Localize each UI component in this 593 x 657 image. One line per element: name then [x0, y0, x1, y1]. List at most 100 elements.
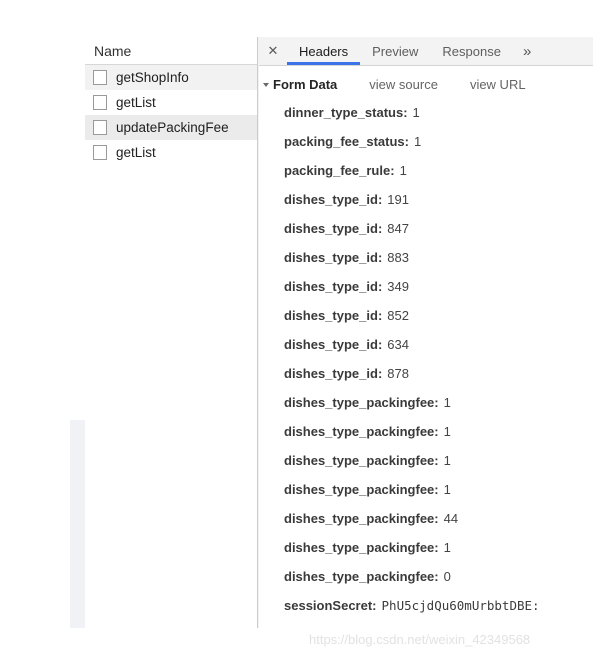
form-data-value: 634 — [387, 337, 409, 352]
tab-overflow-chevron-icon[interactable]: » — [513, 37, 541, 65]
form-data-colon: : — [434, 453, 439, 468]
tab-label: Headers — [299, 43, 349, 59]
form-data-key: dishes_type_id — [284, 250, 378, 265]
form-data-key: dishes_type_id — [284, 366, 378, 381]
tab-overflow-glyph: » — [522, 42, 532, 60]
form-data-value: 1 — [443, 395, 451, 410]
form-data-section-header[interactable]: Form Data view source view URL — [259, 71, 593, 98]
form-data-colon: : — [377, 279, 383, 294]
request-list-item[interactable]: getList — [85, 90, 257, 115]
form-data-row[interactable]: dishes_type_packingfee:1 — [259, 446, 593, 475]
form-data-colon: : — [377, 221, 383, 236]
document-icon — [93, 120, 107, 135]
form-data-row[interactable]: dishes_type_packingfee:1 — [259, 475, 593, 504]
form-data-value: 852 — [387, 308, 409, 323]
form-data-row[interactable]: dishes_type_id:191 — [259, 185, 593, 214]
request-list-item-label: getList — [116, 95, 156, 110]
form-data-row[interactable]: dishes_type_id:878 — [259, 359, 593, 388]
form-data-colon: : — [434, 482, 439, 497]
form-data-row[interactable]: dishes_type_id:847 — [259, 214, 593, 243]
form-data-key: sessionSecret — [284, 598, 373, 613]
document-icon — [93, 145, 107, 160]
watermark-text: https://blog.csdn.net/weixin_42349568 — [309, 632, 531, 647]
form-data-value: 0 — [443, 569, 451, 584]
column-header-name-label: Name — [94, 43, 132, 59]
form-data-value: 847 — [387, 221, 409, 236]
form-data-row[interactable]: dinner_type_status:1 — [259, 98, 593, 127]
form-data-row[interactable]: packing_fee_rule:1 — [259, 156, 593, 185]
form-data-colon: : — [372, 598, 377, 613]
request-list-item[interactable]: updatePackingFee — [85, 115, 257, 140]
form-data-key: dishes_type_id — [284, 192, 378, 207]
form-data-key: dishes_type_id — [284, 221, 378, 236]
form-data-row[interactable]: dishes_type_packingfee:44 — [259, 504, 593, 533]
form-data-key: dishes_type_id — [284, 308, 378, 323]
request-list-item[interactable]: getShopInfo — [85, 65, 257, 90]
chevron-down-icon[interactable] — [263, 82, 269, 87]
request-list-panel: Name getShopInfo getList updatePackingFee g… — [85, 37, 258, 628]
form-data-row[interactable]: dishes_type_id:883 — [259, 243, 593, 272]
form-data-row[interactable]: dishes_type_id:634 — [259, 330, 593, 359]
form-data-value: 44 — [443, 511, 459, 526]
form-data-value: 1 — [443, 482, 451, 497]
form-data-section-title: Form Data — [273, 77, 338, 92]
request-list-item-label: updatePackingFee — [116, 120, 229, 135]
form-data-colon: : — [434, 395, 439, 410]
form-data-colon: : — [434, 540, 439, 555]
form-data-value: 191 — [387, 192, 409, 207]
request-list-item-label: getList — [116, 145, 156, 160]
form-data-key: dishes_type_packingfee — [284, 424, 435, 439]
view-url-link[interactable]: view URL — [470, 77, 526, 92]
form-data-colon: : — [377, 366, 383, 381]
form-data-row[interactable]: dishes_type_packingfee:1 — [259, 388, 593, 417]
form-data-value-continuation: 4GeSagw6MK6Wrw1E8xSXyXs3asyInW8nq — [259, 620, 593, 629]
close-glyph: ✕ — [267, 43, 279, 58]
request-list-item[interactable]: getList — [85, 140, 257, 165]
document-icon — [93, 95, 107, 110]
form-data-key: dishes_type_packingfee — [284, 511, 435, 526]
document-icon — [93, 70, 107, 85]
request-list-column-header[interactable]: Name — [85, 37, 257, 65]
form-data-value: 1 — [412, 105, 420, 120]
form-data-colon: : — [434, 511, 439, 526]
tab-response[interactable]: Response — [430, 37, 513, 65]
close-icon[interactable]: ✕ — [259, 37, 287, 65]
form-data-row-session-secret[interactable]: sessionSecret: PhU5cjdQu60mUrbbtDBE: — [259, 591, 593, 620]
form-data-value: 1 — [414, 134, 422, 149]
form-data-row[interactable]: dishes_type_id:349 — [259, 272, 593, 301]
headers-content: Form Data view source view URL dinner_ty… — [259, 66, 593, 628]
form-data-colon: : — [377, 337, 383, 352]
form-data-key: dinner_type_status — [284, 105, 404, 120]
form-data-key: dishes_type_packingfee — [284, 395, 435, 410]
request-detail-panel: ✕ Headers Preview Response » Form Data vie… — [259, 37, 593, 628]
form-data-colon: : — [390, 163, 395, 178]
tab-preview[interactable]: Preview — [360, 37, 430, 65]
form-data-row[interactable]: dishes_type_packingfee:1 — [259, 533, 593, 562]
form-data-colon: : — [404, 134, 410, 149]
form-data-key: dishes_type_packingfee — [284, 482, 435, 497]
tab-headers[interactable]: Headers — [287, 37, 361, 65]
form-data-key: packing_fee_status — [284, 134, 405, 149]
form-data-row[interactable]: dishes_type_packingfee:1 — [259, 417, 593, 446]
form-data-value: 349 — [387, 279, 409, 294]
devtools-network-panel: Name getShopInfo getList updatePackingFee g… — [85, 37, 593, 628]
request-list-item-label: getShopInfo — [116, 70, 189, 85]
form-data-colon: : — [377, 192, 383, 207]
form-data-key: dishes_type_id — [284, 279, 378, 294]
form-data-value: 1 — [443, 424, 451, 439]
form-data-row[interactable]: packing_fee_status:1 — [259, 127, 593, 156]
form-data-value: 883 — [387, 250, 409, 265]
form-data-rows: dinner_type_status:1 packing_fee_status:1… — [259, 98, 593, 591]
form-data-value: 1 — [443, 540, 451, 555]
form-data-value: 1 — [399, 163, 407, 178]
form-data-key: packing_fee_rule — [284, 163, 391, 178]
view-source-link[interactable]: view source — [369, 77, 438, 92]
form-data-row[interactable]: dishes_type_packingfee:0 — [259, 562, 593, 591]
form-data-value: PhU5cjdQu60mUrbbtDBE: — [381, 598, 540, 613]
form-data-key: dishes_type_packingfee — [284, 540, 435, 555]
tab-label: Response — [442, 43, 501, 59]
form-data-row[interactable]: dishes_type_id:852 — [259, 301, 593, 330]
request-list-rows: getShopInfo getList updatePackingFee getLis… — [85, 65, 257, 165]
form-data-colon: : — [377, 250, 383, 265]
form-data-colon: : — [434, 569, 439, 584]
